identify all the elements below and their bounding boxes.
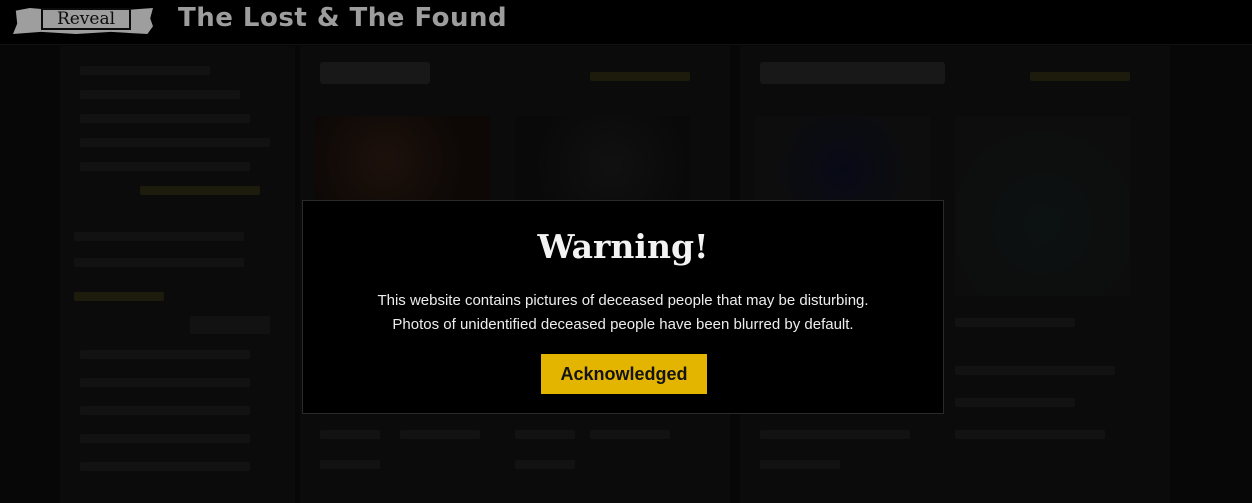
dialog-message-line: This website contains pictures of deceas… — [377, 292, 869, 309]
dialog-message-line: Photos of unidentified deceased people h… — [392, 316, 854, 333]
dialog-title: Warning! — [537, 227, 709, 266]
dialog-message: This website contains pictures of deceas… — [303, 289, 943, 337]
warning-dialog: Warning! This website contains pictures … — [302, 200, 944, 414]
acknowledged-button[interactable]: Acknowledged — [541, 354, 707, 394]
